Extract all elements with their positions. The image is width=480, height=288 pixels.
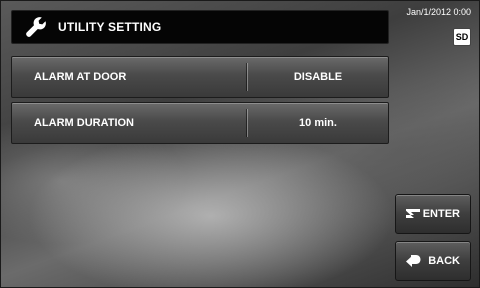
setting-row-alarm-at-door[interactable]: ALARM AT DOOR DISABLE bbox=[11, 56, 389, 98]
setting-value[interactable]: 10 min. bbox=[248, 117, 388, 129]
setting-value[interactable]: DISABLE bbox=[248, 71, 388, 83]
utility-setting-screen: UTILITY SETTING Jan/1/2012 0:00 SD ALARM… bbox=[0, 0, 480, 288]
page-title: UTILITY SETTING bbox=[58, 20, 162, 34]
enter-label: ENTER bbox=[422, 208, 460, 220]
enter-icon bbox=[406, 209, 420, 218]
enter-button[interactable]: ENTER bbox=[395, 194, 471, 234]
sd-card-badge: SD bbox=[453, 28, 471, 46]
back-icon bbox=[406, 255, 421, 267]
title-bar: UTILITY SETTING bbox=[11, 10, 389, 44]
setting-label: ALARM AT DOOR bbox=[34, 71, 127, 83]
datetime-display: Jan/1/2012 0:00 bbox=[406, 7, 471, 17]
back-button[interactable]: BACK bbox=[395, 241, 471, 281]
setting-row-alarm-duration[interactable]: ALARM DURATION 10 min. bbox=[11, 102, 389, 144]
wrench-icon bbox=[26, 17, 46, 37]
setting-label: ALARM DURATION bbox=[34, 117, 135, 129]
back-label: BACK bbox=[428, 255, 460, 267]
